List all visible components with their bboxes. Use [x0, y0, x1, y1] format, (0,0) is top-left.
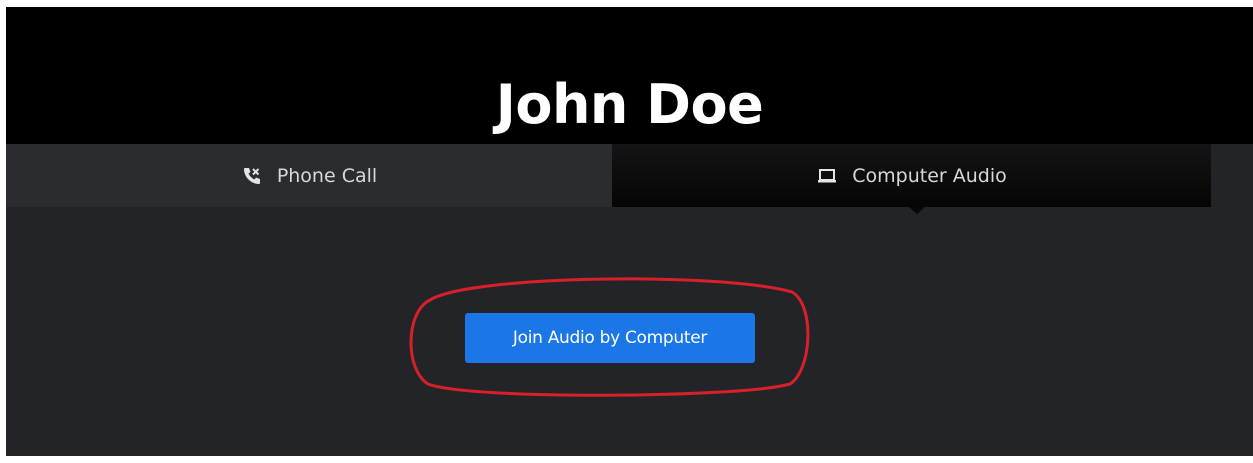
page-title: John Doe [495, 73, 764, 136]
tab-phone-call[interactable]: Phone Call [6, 144, 612, 207]
tab-phone-call-label: Phone Call [276, 164, 378, 187]
laptop-icon [816, 165, 838, 187]
phone-icon [241, 165, 263, 187]
active-tab-indicator [909, 207, 925, 214]
join-audio-by-computer-button[interactable]: Join Audio by Computer [465, 313, 755, 363]
tab-computer-audio[interactable]: Computer Audio [612, 144, 1211, 207]
tab-computer-audio-label: Computer Audio [852, 164, 1007, 187]
audio-tabs: Phone Call Computer Audio [6, 144, 1211, 207]
audio-dialog: John Doe Phone Call Computer Audio Join … [6, 7, 1253, 456]
